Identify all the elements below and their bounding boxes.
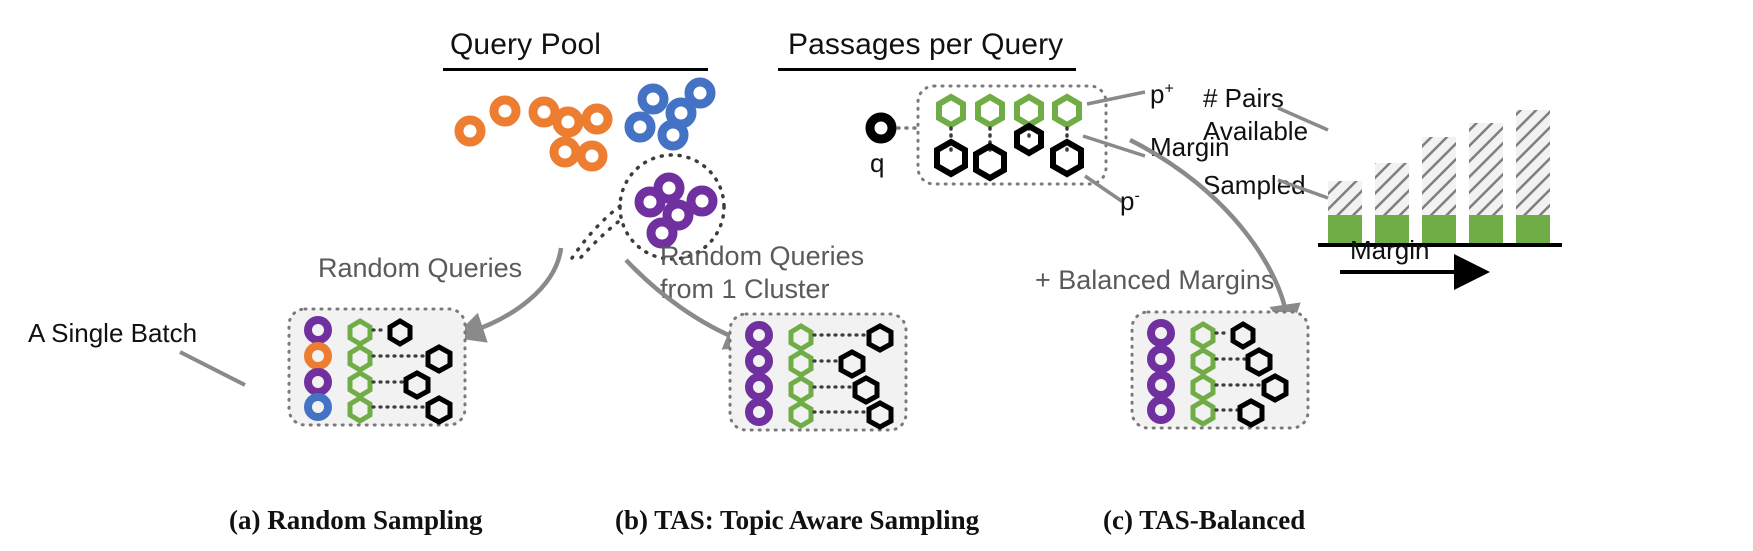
caption-c: (c) TAS-Balanced: [1103, 505, 1306, 535]
flow-arrows-layer: [179, 137, 1301, 387]
caption-b: (b) TAS: Topic Aware Sampling: [615, 505, 980, 535]
batch-box-a: [287, 307, 467, 427]
label-a-single-batch: A Single Batch: [28, 318, 198, 348]
caption-a: (a) Random Sampling: [229, 505, 483, 535]
arrow-to-batch-b: [624, 258, 757, 350]
figure-root: Query Pool Passages per Query q p+ Margi…: [0, 0, 1753, 551]
arrow-to-batch-c: [1128, 137, 1301, 336]
batch-box-c: [1130, 310, 1310, 430]
arrow-to-batch-a: [452, 247, 564, 343]
batch-box-b: [728, 312, 908, 432]
leader-single-batch: [179, 350, 246, 387]
